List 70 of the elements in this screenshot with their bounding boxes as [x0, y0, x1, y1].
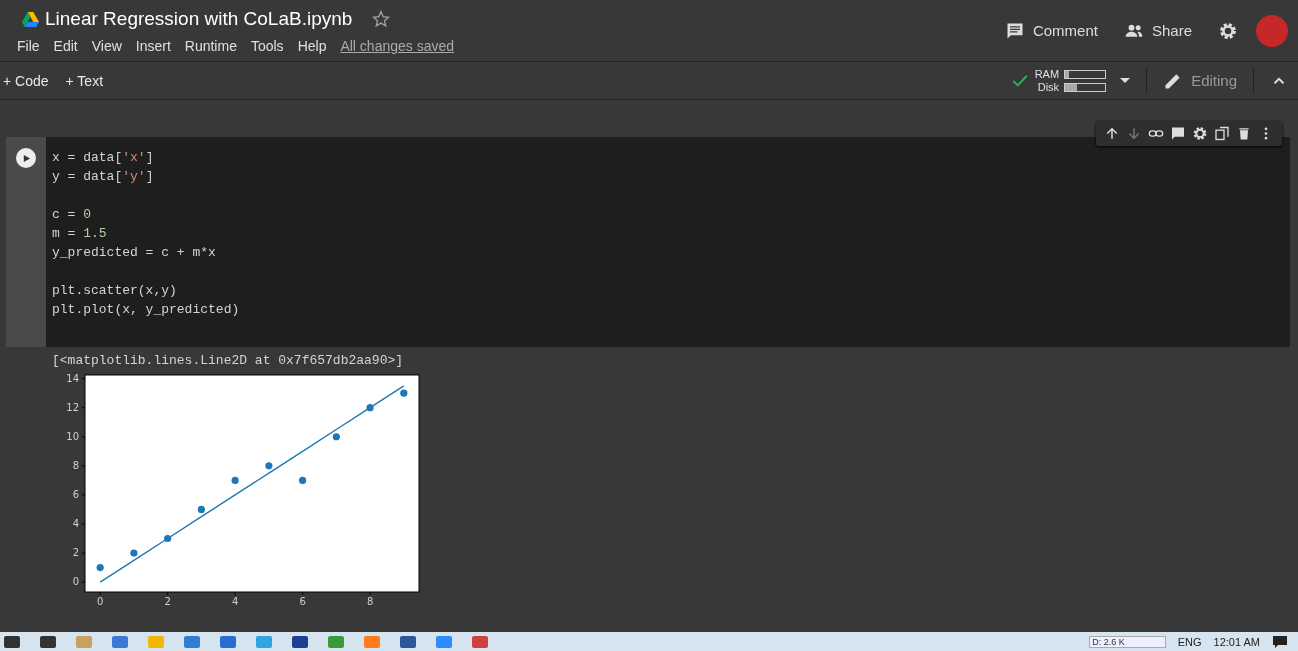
x-tick-label: 8 — [366, 596, 374, 607]
notifications-icon[interactable] — [1272, 634, 1288, 649]
settings-icon[interactable] — [1218, 20, 1238, 41]
meter-label: RAM — [1034, 68, 1060, 80]
star-icon[interactable] — [372, 10, 391, 28]
y-tick-label: 10 — [66, 430, 79, 442]
comment-icon[interactable] — [1170, 125, 1186, 142]
share-button[interactable]: Share — [1123, 20, 1192, 41]
data-point — [130, 549, 138, 557]
network-meter: D: 2.6 K — [1089, 635, 1166, 648]
app-icon[interactable] — [184, 635, 200, 648]
caret-icon — [1120, 78, 1131, 83]
y-tick-label: 2 — [72, 547, 79, 559]
settings-icon[interactable] — [1192, 125, 1208, 142]
x-tick-label: 2 — [164, 596, 171, 607]
notebook-title[interactable]: Linear Regression with CoLaB.ipynb — [45, 8, 353, 30]
drive-logo-icon — [22, 11, 39, 27]
meter-label: Disk — [1037, 81, 1060, 93]
language-indicator[interactable]: ENG — [1177, 635, 1202, 648]
menu-item[interactable]: Help — [297, 38, 327, 54]
meter-track — [1064, 82, 1107, 92]
code-line: m = 1.5 — [52, 225, 108, 243]
code-line: c = 0 — [52, 206, 93, 224]
code-line: x = data['x'] — [52, 149, 155, 167]
data-point — [197, 505, 205, 514]
menu-item[interactable]: Runtime — [184, 38, 237, 54]
code-line: y = data['y'] — [52, 168, 155, 186]
code-editor[interactable]: x = data['x'] y = data['y'] c = 0 m = 1.5 y_predicted = c + m*x plt.scatter(x,y) plt.plot(x, y_predicted) — [46, 137, 1290, 347]
data-point — [164, 534, 172, 543]
clock[interactable]: 12:01 AM — [1213, 635, 1260, 648]
run-button[interactable] — [16, 148, 36, 168]
code-line: plt.plot(x, y_predicted) — [52, 301, 241, 319]
y-tick-label: 12 — [66, 401, 79, 413]
mirror-cell-icon[interactable] — [1214, 125, 1230, 142]
data-point — [366, 404, 374, 412]
resources-button[interactable]: RAM Disk — [1010, 68, 1131, 93]
menu-item[interactable]: Tools — [250, 38, 284, 54]
output-text: [<matplotlib.lines.Line2D at 0x7f657db2aa90>] — [52, 353, 405, 368]
save-status-link[interactable]: All changes saved — [340, 38, 455, 54]
delete-icon[interactable] — [1236, 125, 1252, 142]
comment-button[interactable]: Comment — [1004, 20, 1098, 41]
meter-track — [1064, 69, 1107, 79]
data-point — [332, 433, 340, 441]
menu-item[interactable]: Edit — [53, 38, 78, 54]
move-down-icon[interactable] — [1126, 125, 1142, 142]
y-tick-label: 0 — [72, 576, 79, 588]
add-cell-button[interactable]: + Text — [62, 68, 110, 93]
app-icon[interactable] — [472, 635, 488, 648]
code-line: y_predicted = c + m*x — [52, 244, 217, 262]
code-line: plt.scatter(x,y) — [52, 282, 178, 300]
data-point — [265, 462, 273, 470]
x-tick-label: 4 — [231, 596, 239, 607]
menu-item[interactable]: View — [91, 38, 122, 54]
x-tick-label: 0 — [97, 596, 104, 607]
data-point — [299, 476, 307, 484]
data-point — [96, 564, 104, 572]
app-icon[interactable] — [292, 635, 308, 648]
menu-item[interactable]: File — [17, 38, 40, 54]
y-tick-label: 14 — [66, 372, 79, 384]
editing-mode-button[interactable]: Editing — [1163, 70, 1237, 91]
data-point — [400, 389, 408, 397]
x-tick-label: 6 — [299, 596, 306, 607]
menu-item[interactable]: Insert — [135, 38, 171, 54]
y-tick-label: 4 — [72, 518, 79, 529]
y-tick-label: 8 — [72, 459, 79, 471]
data-point — [231, 476, 239, 484]
y-tick-label: 6 — [72, 488, 79, 500]
move-up-icon[interactable] — [1104, 125, 1120, 142]
play-icon — [21, 153, 31, 163]
add-cell-button[interactable]: + Code — [0, 68, 55, 93]
